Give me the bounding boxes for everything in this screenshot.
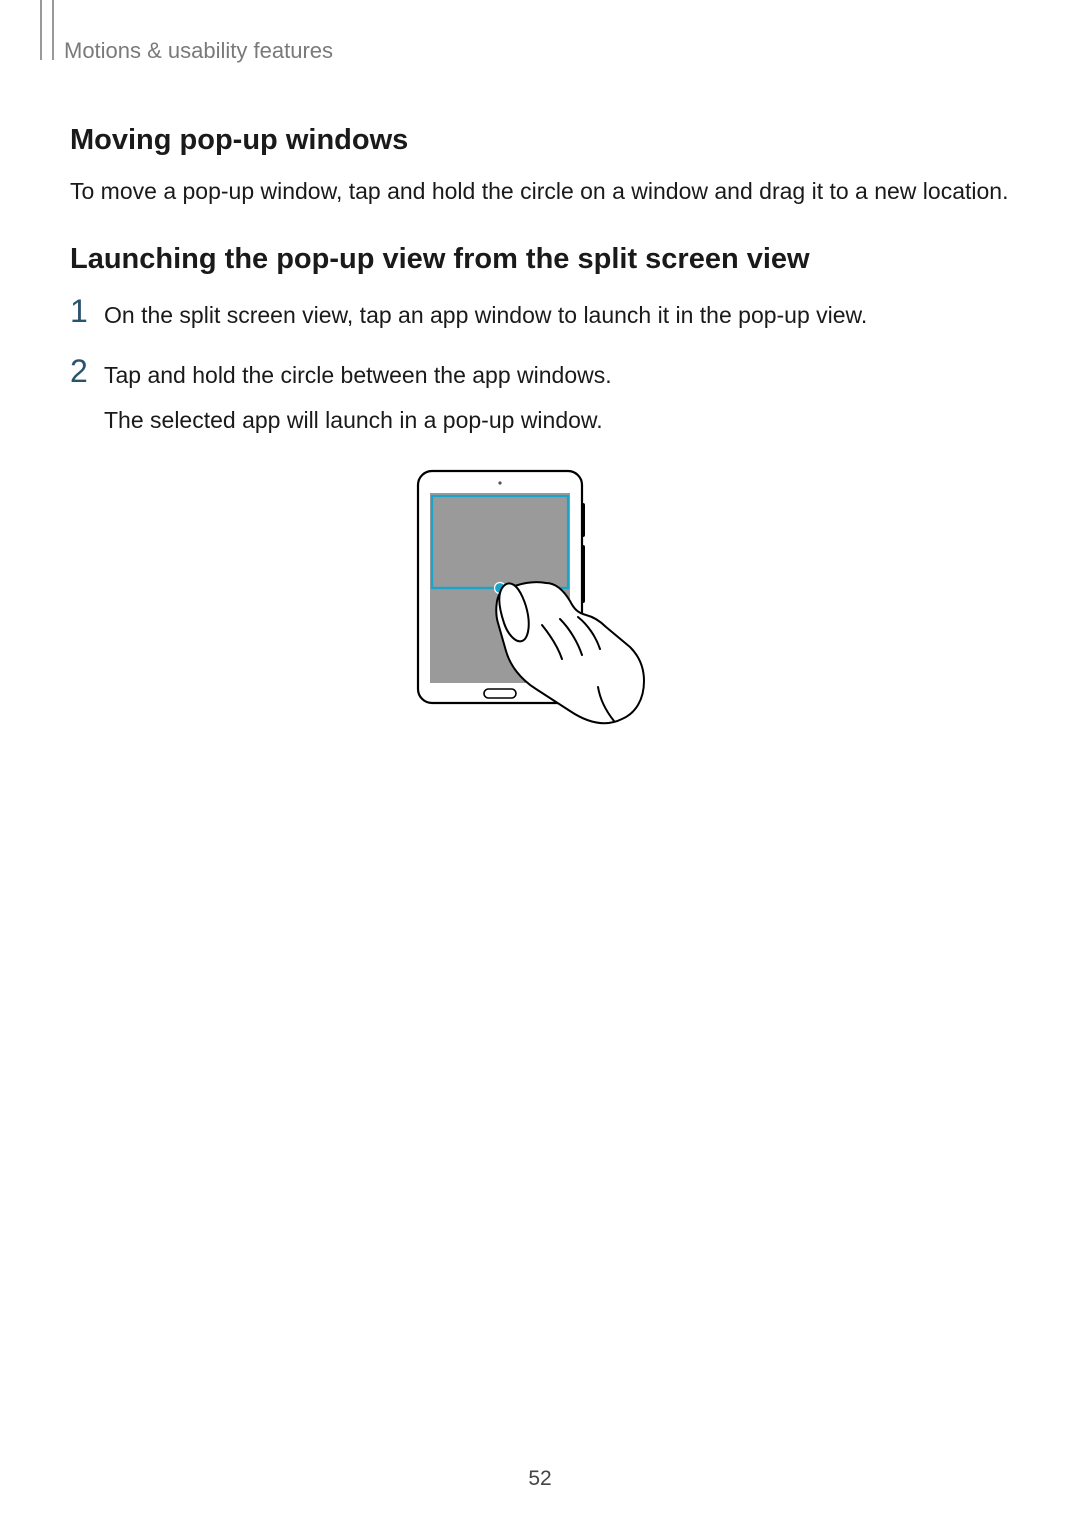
step-number: 2 — [70, 354, 104, 389]
heading-launching-popup: Launching the pop-up view from the split… — [70, 243, 1010, 276]
page-number: 52 — [0, 1467, 1080, 1491]
paragraph-moving-popup: To move a pop-up window, tap and hold th… — [70, 175, 1010, 207]
page-spine-decoration — [40, 0, 54, 60]
illustration-tablet-split-screen — [70, 463, 1010, 803]
step-number: 1 — [70, 294, 104, 329]
step-text-main: Tap and hold the circle between the app … — [104, 362, 612, 388]
heading-moving-popup: Moving pop-up windows — [70, 124, 1010, 157]
step-item: 2 Tap and hold the circle between the ap… — [70, 354, 1010, 439]
step-text: Tap and hold the circle between the app … — [104, 354, 612, 439]
step-text: On the split screen view, tap an app win… — [104, 294, 867, 334]
step-item: 1 On the split screen view, tap an app w… — [70, 294, 1010, 334]
section-header: Motions & usability features — [64, 38, 1010, 64]
step-text-sub: The selected app will launch in a pop-up… — [104, 403, 612, 439]
